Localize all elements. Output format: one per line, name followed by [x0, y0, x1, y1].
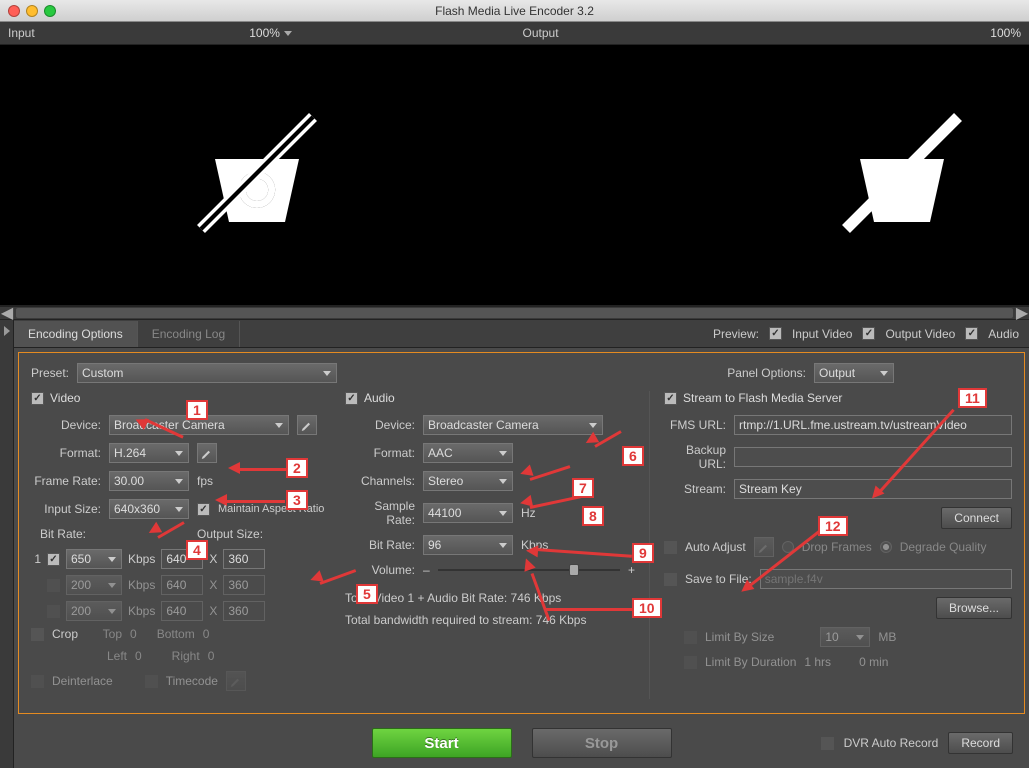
chk-audio[interactable] [965, 327, 978, 340]
output-preview-body [515, 45, 1029, 305]
audio-heading: Audio [364, 391, 395, 405]
preset-label: Preset: [31, 366, 69, 380]
bitrate-1-select[interactable]: 650 [66, 549, 122, 569]
radio-degrade [880, 541, 892, 553]
out-w-2 [161, 575, 203, 595]
audio-samplerate-select[interactable]: 44100 [423, 503, 513, 523]
out-w-3 [161, 601, 203, 621]
video-format-select[interactable]: H.264 [109, 443, 189, 463]
out-w-1[interactable] [161, 549, 203, 569]
preview-label: Preview: [713, 327, 759, 341]
browse-button[interactable]: Browse... [936, 597, 1012, 619]
chk-bitrate-1[interactable] [47, 553, 60, 566]
no-camera-icon [187, 103, 327, 248]
fms-url-input[interactable] [734, 415, 1012, 435]
out-h-2 [223, 575, 265, 595]
chk-video[interactable] [31, 392, 44, 405]
tab-encoding-options[interactable]: Encoding Options [14, 321, 138, 347]
side-expand[interactable] [0, 320, 14, 768]
input-label: Input [8, 26, 35, 40]
audio-bitrate-select[interactable]: 96 [423, 535, 513, 555]
audio-channels-select[interactable]: Stereo [423, 471, 513, 491]
limit-size-value: 10 [820, 627, 870, 647]
tab-encoding-log[interactable]: Encoding Log [138, 321, 240, 347]
scrollbar-thumb[interactable] [16, 308, 1013, 318]
audio-format-select[interactable]: AAC [423, 443, 513, 463]
chk-aspect-ratio[interactable] [197, 503, 210, 516]
connect-button[interactable]: Connect [941, 507, 1012, 529]
encoding-panel: Preset: Custom Panel Options: Output Vid… [18, 352, 1025, 714]
chk-limit-duration [684, 656, 697, 669]
chk-output-video[interactable] [862, 327, 875, 340]
chk-stream-server[interactable] [664, 392, 677, 405]
scroll-right-icon[interactable]: ▶ [1015, 306, 1029, 320]
chk-crop[interactable] [31, 628, 44, 641]
chevron-right-icon [4, 326, 10, 336]
output-zoom[interactable]: 100% [990, 26, 1021, 40]
video-format-settings[interactable] [197, 443, 217, 463]
out-h-1[interactable] [223, 549, 265, 569]
bottom-bar: Start Stop DVR Auto Record Record [14, 718, 1029, 768]
start-button[interactable]: Start [372, 728, 512, 758]
bitrate-3-select[interactable]: 200 [66, 601, 122, 621]
video-device-settings[interactable] [297, 415, 317, 435]
save-file-input[interactable] [760, 569, 1012, 589]
stop-button[interactable]: Stop [532, 728, 672, 758]
chk-dvr[interactable] [821, 737, 834, 750]
server-column: Stream to Flash Media Server FMS URL: Ba… [649, 391, 1012, 699]
video-heading: Video [50, 391, 80, 405]
output-label: Output [523, 26, 559, 40]
auto-adjust-settings [754, 537, 774, 557]
chk-input-video[interactable] [769, 327, 782, 340]
preview-row: Input 100% Output 100% [0, 22, 1029, 306]
backup-url-input[interactable] [734, 447, 1012, 467]
record-button[interactable]: Record [948, 732, 1013, 754]
preview-scrollbar[interactable]: ◀ ▶ [0, 306, 1029, 320]
panel-options-select[interactable]: Output [814, 363, 894, 383]
out-h-3 [223, 601, 265, 621]
input-preview: Input 100% [0, 22, 515, 305]
scroll-left-icon[interactable]: ◀ [0, 306, 14, 320]
window-title: Flash Media Live Encoder 3.2 [0, 4, 1029, 18]
no-camera-icon [572, 103, 972, 248]
chk-audio-enable[interactable] [345, 392, 358, 405]
preset-select[interactable]: Custom [77, 363, 337, 383]
server-heading: Stream to Flash Media Server [683, 391, 842, 405]
chk-limit-size [684, 631, 697, 644]
chk-timecode[interactable] [145, 675, 158, 688]
titlebar: Flash Media Live Encoder 3.2 [0, 0, 1029, 22]
input-zoom[interactable]: 100% [249, 26, 292, 40]
inputsize-select[interactable]: 640x360 [109, 499, 189, 519]
chk-bitrate-2[interactable] [47, 579, 60, 592]
main: Encoding Options Encoding Log Preview: I… [0, 320, 1029, 768]
framerate-select[interactable]: 30.00 [109, 471, 189, 491]
input-preview-body [0, 45, 515, 305]
bitrate-2-select[interactable]: 200 [66, 575, 122, 595]
tab-row: Encoding Options Encoding Log Preview: I… [14, 320, 1029, 348]
audio-device-select[interactable]: Broadcaster Camera [423, 415, 603, 435]
chk-save-file[interactable] [664, 573, 677, 586]
chk-deinterlace[interactable] [31, 675, 44, 688]
chk-auto-adjust[interactable] [664, 541, 677, 554]
timecode-settings [226, 671, 246, 691]
chk-bitrate-3[interactable] [47, 605, 60, 618]
output-preview: Output 100% [515, 22, 1029, 305]
panel-options-label: Panel Options: [727, 366, 806, 380]
total-bitrate-1: Total Video 1 + Audio Bit Rate: 746 Kbps [345, 591, 561, 605]
